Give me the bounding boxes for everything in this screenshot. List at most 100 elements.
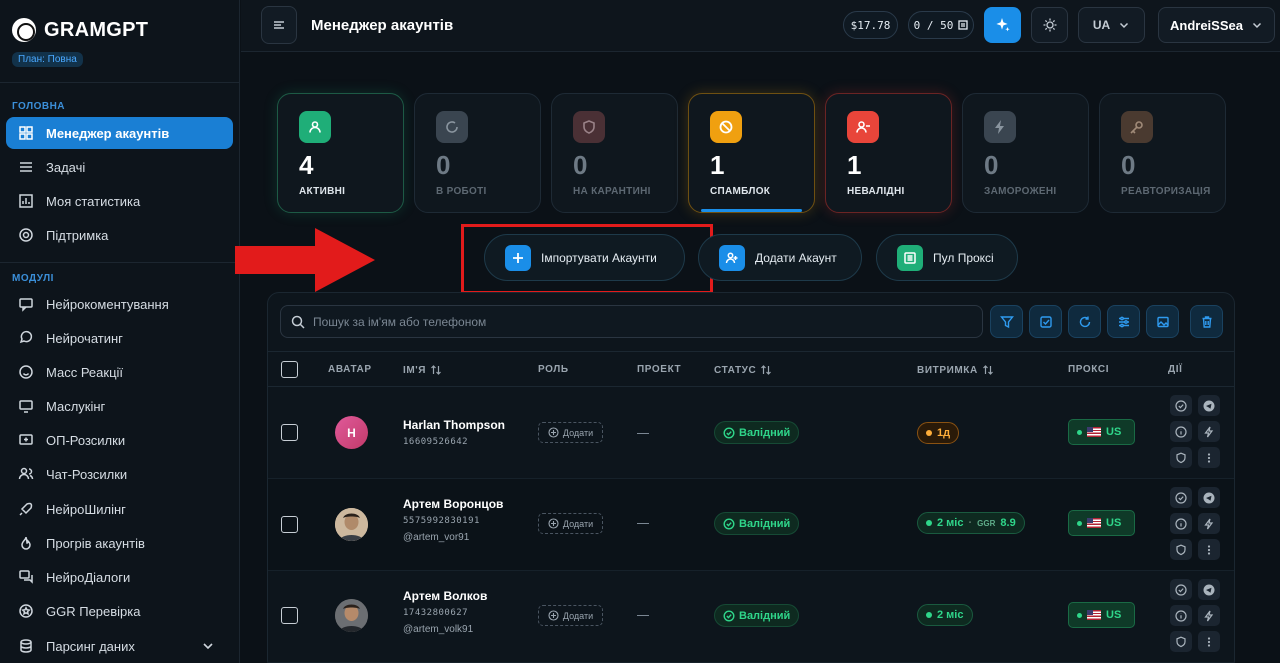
- telegram-action-button[interactable]: [1198, 487, 1220, 508]
- sidebar-item-neuroshilling[interactable]: НейроШилінг: [6, 493, 233, 525]
- more-action-button[interactable]: [1198, 447, 1220, 468]
- sidebar-item-tasks[interactable]: Задачі: [6, 151, 233, 183]
- add-account-label: Додати Акаунт: [755, 250, 837, 265]
- sidebar-item-mass-reactions[interactable]: Масс Реакції: [6, 356, 233, 388]
- check-circle-icon: [1175, 399, 1187, 412]
- col-endurance[interactable]: ВИТРИМКА: [917, 364, 994, 376]
- export-button[interactable]: [1146, 305, 1179, 338]
- stat-card-active[interactable]: 4 АКТИВНІ: [277, 93, 404, 213]
- add-role-button[interactable]: Додати: [538, 513, 603, 534]
- refresh-button[interactable]: [1068, 305, 1101, 338]
- database-icon: [18, 638, 34, 654]
- info-action-button[interactable]: [1170, 513, 1192, 534]
- top-header: Менеджер акаунтів $17.78 0 / 50 UA Andre…: [241, 0, 1280, 52]
- balance-value: $17.78: [850, 18, 891, 32]
- telegram-action-button[interactable]: [1198, 395, 1220, 416]
- avatar: [335, 599, 368, 632]
- freeze-action-button[interactable]: [1198, 421, 1220, 442]
- stat-card-in-work[interactable]: 0 В РОБОТІ: [414, 93, 541, 213]
- chevron-down-icon: [203, 643, 213, 650]
- freeze-action-button[interactable]: [1198, 605, 1220, 626]
- check-action-button[interactable]: [1170, 579, 1192, 600]
- user-menu-button[interactable]: AndreiSSea: [1158, 7, 1275, 43]
- status-dot: [926, 430, 932, 436]
- avatar-letter: H: [347, 425, 356, 440]
- select-all-button[interactable]: [1029, 305, 1062, 338]
- language-select[interactable]: UA: [1078, 7, 1145, 43]
- table-row[interactable]: H Harlan Thompson 16609526642 Додати Вал…: [268, 387, 1234, 479]
- add-role-button[interactable]: Додати: [538, 605, 603, 626]
- info-action-button[interactable]: [1170, 421, 1192, 442]
- account-name: Артем Воронцов: [403, 497, 504, 511]
- status-badge: Валідний: [714, 421, 800, 444]
- proxy-badge[interactable]: US: [1068, 419, 1135, 445]
- shield-action-button[interactable]: [1170, 539, 1192, 560]
- sidebar-item-ggr-check[interactable]: GGR Перевірка: [6, 595, 233, 627]
- row-checkbox[interactable]: [281, 516, 298, 533]
- proxy-badge[interactable]: US: [1068, 510, 1135, 536]
- add-account-button[interactable]: Додати Акаунт: [698, 234, 862, 281]
- import-accounts-button[interactable]: Імпортувати Акаунти: [484, 234, 685, 281]
- check-action-button[interactable]: [1170, 487, 1192, 508]
- key-icon: [1121, 111, 1153, 143]
- theme-toggle-button[interactable]: [1031, 7, 1068, 43]
- sidebar-item-support[interactable]: Підтримка: [6, 219, 233, 251]
- stat-value: 0: [573, 150, 588, 180]
- more-action-button[interactable]: [1198, 631, 1220, 652]
- sidebar-item-neurodialogs[interactable]: НейроДіалоги: [6, 561, 233, 593]
- sidebar-item-op-mailing[interactable]: ОП-Розсилки: [6, 424, 233, 456]
- smile-icon: [18, 364, 34, 380]
- info-action-button[interactable]: [1170, 605, 1192, 626]
- delete-button[interactable]: [1190, 305, 1223, 338]
- bolt-icon: [1204, 426, 1214, 437]
- stat-card-quarantine[interactable]: 0 НА КАРАНТИНІ: [551, 93, 678, 213]
- sidebar-item-account-manager[interactable]: Менеджер акаунтів: [6, 117, 233, 149]
- brand[interactable]: GRAMGPT: [12, 18, 148, 42]
- check-action-button[interactable]: [1170, 395, 1192, 416]
- us-flag-icon: [1087, 610, 1101, 620]
- settings-sliders-button[interactable]: [1107, 305, 1140, 338]
- status-badge: Валідний: [714, 512, 800, 535]
- sidebar-item-statistics[interactable]: Моя статистика: [6, 185, 233, 217]
- brand-title: GRAMGPT: [44, 18, 149, 41]
- endurance-badge: 1д: [917, 422, 960, 444]
- shield-action-button[interactable]: [1170, 631, 1192, 652]
- table-row[interactable]: Артем Воронцов 5575992830191 @artem_vor9…: [268, 479, 1234, 571]
- sidebar-item-neurochatting[interactable]: Нейрочатинг: [6, 322, 233, 354]
- stat-label: НЕВАЛІДНІ: [847, 186, 905, 197]
- table-row[interactable]: Артем Волков 17432800627 @artem_volk91 Д…: [268, 571, 1234, 663]
- sidebar-toggle-button[interactable]: [261, 6, 297, 44]
- stat-card-reauth[interactable]: 0 РЕАВТОРИЗАЦІЯ: [1099, 93, 1226, 213]
- ai-assistant-button[interactable]: [984, 7, 1021, 43]
- sidebar-item-account-warmup[interactable]: Прогрів акаунтів: [6, 527, 233, 559]
- stat-card-invalid[interactable]: 1 НЕВАЛІДНІ: [825, 93, 952, 213]
- grid-icon: [18, 125, 34, 141]
- col-status[interactable]: СТАТУС: [714, 364, 772, 376]
- add-role-button[interactable]: Додати: [538, 422, 603, 443]
- select-all-checkbox[interactable]: [281, 361, 298, 378]
- sidebar-item-chat-mailing[interactable]: Чат-Розсилки: [6, 458, 233, 490]
- account-phone: 17432800627: [403, 608, 469, 618]
- quota-pill[interactable]: 0 / 50: [908, 11, 974, 39]
- row-checkbox[interactable]: [281, 607, 298, 624]
- row-checkbox[interactable]: [281, 424, 298, 441]
- shield-action-button[interactable]: [1170, 447, 1192, 468]
- menu-icon: [274, 21, 284, 29]
- telegram-action-button[interactable]: [1198, 579, 1220, 600]
- proxy-pool-button[interactable]: Пул Проксі: [876, 234, 1018, 281]
- proxy-badge[interactable]: US: [1068, 602, 1135, 628]
- col-name[interactable]: ІМ'Я: [403, 364, 442, 376]
- freeze-action-button[interactable]: [1198, 513, 1220, 534]
- more-action-button[interactable]: [1198, 539, 1220, 560]
- sidebar-item-data-parsing[interactable]: Парсинг даних: [6, 630, 233, 662]
- us-flag-icon: [1087, 427, 1101, 437]
- stat-card-spamblock[interactable]: 1 СПАМБЛОК: [688, 93, 815, 213]
- sidebar-item-masslooking[interactable]: Маслукінг: [6, 390, 233, 422]
- balance-pill[interactable]: $17.78: [843, 11, 898, 39]
- stat-card-frozen[interactable]: 0 ЗАМОРОЖЕНІ: [962, 93, 1089, 213]
- filter-button[interactable]: [990, 305, 1023, 338]
- search-input[interactable]: Пошук за ім'ям або телефоном: [280, 305, 983, 338]
- sidebar-item-neurocomments[interactable]: Нейрокоментування: [6, 288, 233, 320]
- sidebar-divider: [0, 82, 240, 83]
- bolt-icon: [984, 111, 1016, 143]
